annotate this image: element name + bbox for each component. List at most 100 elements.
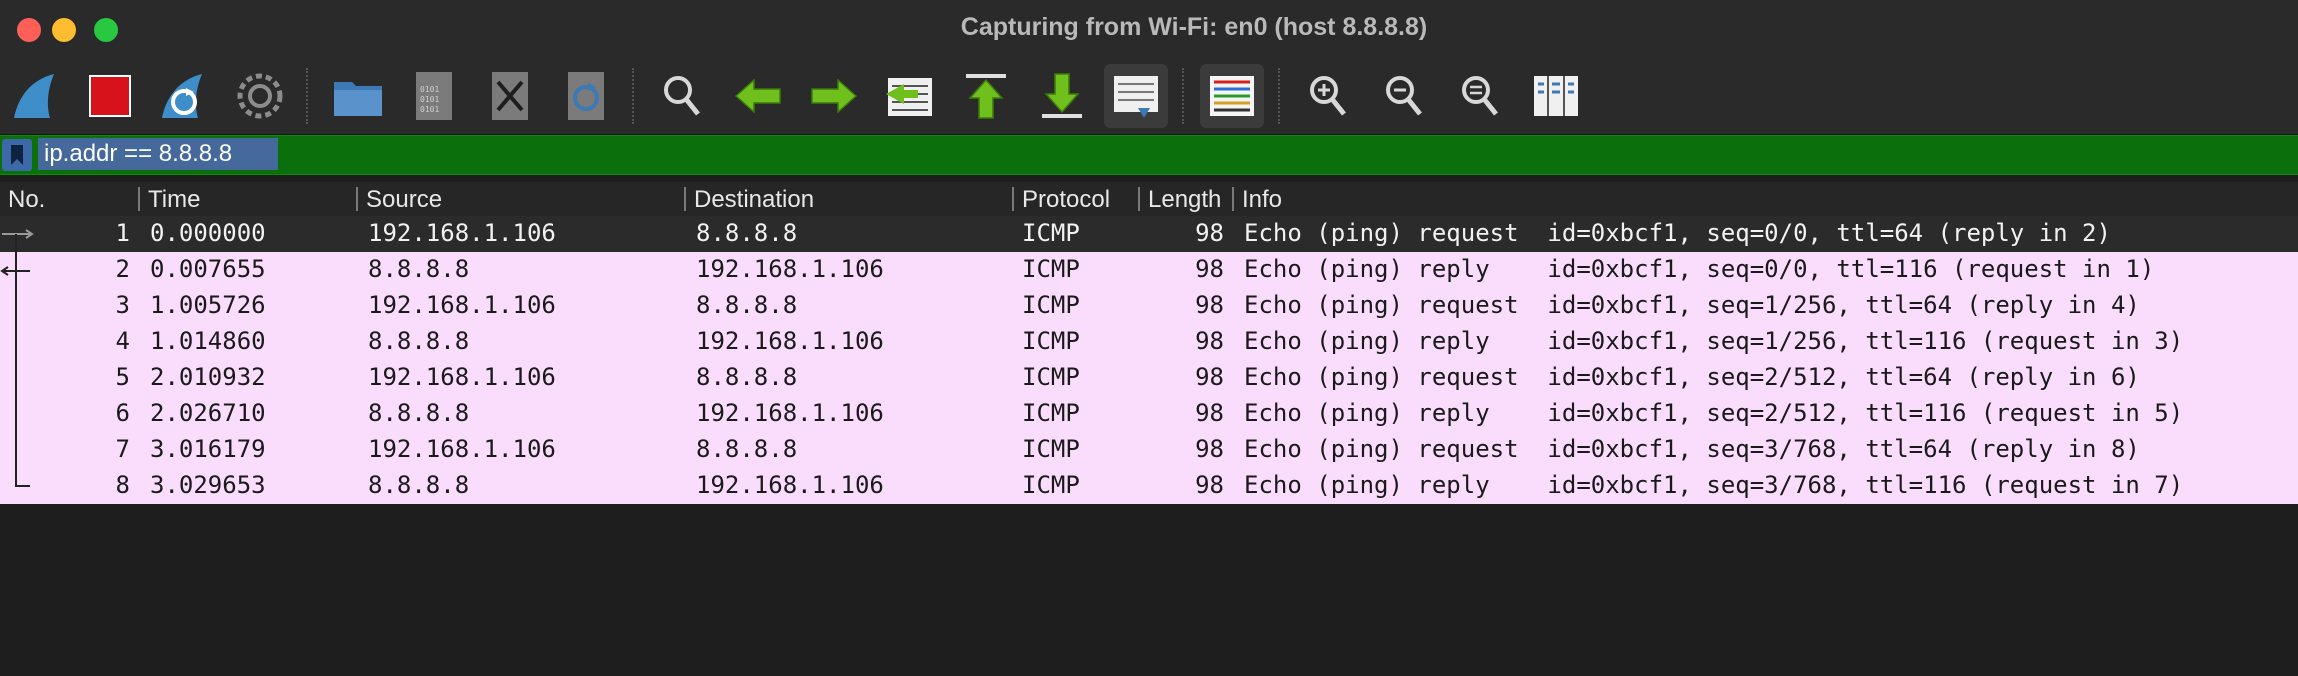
go-forward-button[interactable]	[802, 64, 866, 128]
cell-length: 98	[1195, 471, 1224, 499]
goto-packet-icon	[886, 78, 932, 116]
packet-row[interactable]: 5 2.010932 192.168.1.106 8.8.8.8 ICMP 98…	[0, 360, 2298, 396]
file-close-icon	[492, 72, 528, 120]
column-header-destination[interactable]: Destination	[694, 186, 1004, 214]
cell-no: 4	[115, 327, 130, 355]
close-file-button[interactable]	[478, 64, 542, 128]
cell-info: Echo (ping) request id=0xbcf1, seq=2/512…	[1244, 363, 2140, 391]
column-header-no[interactable]: No.	[8, 186, 134, 214]
cell-no: 8	[115, 471, 130, 499]
toolbar-separator	[632, 68, 634, 124]
cell-no: 5	[115, 363, 130, 391]
cell-time: 1.014860	[150, 327, 266, 355]
cell-time: 0.007655	[150, 255, 266, 283]
toolbar-separator	[1278, 68, 1280, 124]
packet-row[interactable]: 4 1.014860 8.8.8.8 192.168.1.106 ICMP 98…	[0, 324, 2298, 360]
cell-destination: 8.8.8.8	[696, 291, 798, 319]
cell-time: 3.029653	[150, 471, 266, 499]
cell-info: Echo (ping) request id=0xbcf1, seq=1/256…	[1244, 291, 2140, 319]
cell-info: Echo (ping) reply id=0xbcf1, seq=2/512, …	[1244, 399, 2184, 427]
file-reload-icon	[568, 72, 604, 120]
filter-bookmark-icon[interactable]	[2, 139, 32, 171]
column-header-protocol[interactable]: Protocol	[1022, 186, 1136, 214]
column-header-info[interactable]: Info	[1242, 186, 1542, 214]
cell-no: 1	[115, 219, 130, 247]
cell-destination: 192.168.1.106	[696, 327, 884, 355]
packet-row[interactable]: 1 0.000000 192.168.1.106 8.8.8.8 ICMP 98…	[0, 216, 2298, 252]
packet-list: 1 0.000000 192.168.1.106 8.8.8.8 ICMP 98…	[0, 216, 2298, 504]
cell-destination: 8.8.8.8	[696, 435, 798, 463]
cell-no: 3	[115, 291, 130, 319]
packet-row[interactable]: 7 3.016179 192.168.1.106 8.8.8.8 ICMP 98…	[0, 432, 2298, 468]
display-filter-input[interactable]	[38, 138, 278, 170]
gear-icon	[237, 73, 283, 119]
shark-fin-restart-icon	[162, 74, 202, 118]
go-back-button[interactable]	[726, 64, 790, 128]
column-header-source[interactable]: Source	[366, 186, 676, 214]
cell-time: 2.010932	[150, 363, 266, 391]
normal-size-button[interactable]	[1448, 64, 1512, 128]
auto-scroll-button[interactable]	[1104, 64, 1168, 128]
column-divider[interactable]	[138, 187, 140, 211]
resize-columns-button[interactable]	[1524, 64, 1588, 128]
last-packet-button[interactable]	[1030, 64, 1094, 128]
column-divider[interactable]	[684, 187, 686, 211]
cell-time: 3.016179	[150, 435, 266, 463]
go-to-packet-button[interactable]	[878, 64, 942, 128]
stop-capture-button[interactable]	[78, 64, 142, 128]
window-title: Capturing from Wi-Fi: en0 (host 8.8.8.8)	[960, 13, 1428, 41]
open-file-button[interactable]	[326, 64, 390, 128]
cell-no: 2	[115, 255, 130, 283]
column-divider[interactable]	[356, 187, 358, 211]
toolbar-separator	[306, 68, 308, 124]
reload-file-button[interactable]	[554, 64, 618, 128]
shark-fin-icon	[14, 74, 54, 118]
cell-no: 7	[115, 435, 130, 463]
save-file-button[interactable]: 0101 0101 0101	[402, 64, 466, 128]
cell-destination: 192.168.1.106	[696, 255, 884, 283]
cell-source: 8.8.8.8	[368, 399, 470, 427]
column-header-time[interactable]: Time	[148, 186, 348, 214]
cell-no: 6	[115, 399, 130, 427]
magnifier-icon	[664, 76, 700, 116]
cell-source: 192.168.1.106	[368, 435, 556, 463]
cell-protocol: ICMP	[1022, 291, 1080, 319]
cell-length: 98	[1195, 327, 1224, 355]
cell-info: Echo (ping) reply id=0xbcf1, seq=1/256, …	[1244, 327, 2184, 355]
first-packet-button[interactable]	[954, 64, 1018, 128]
start-capture-button[interactable]	[4, 64, 68, 128]
arrow-left-icon	[734, 78, 781, 114]
cell-source: 8.8.8.8	[368, 327, 470, 355]
column-divider[interactable]	[1012, 187, 1014, 211]
column-header-length[interactable]: Length	[1148, 186, 1228, 214]
cell-source: 192.168.1.106	[368, 219, 556, 247]
cell-destination: 8.8.8.8	[696, 219, 798, 247]
restart-capture-button[interactable]	[152, 64, 216, 128]
packet-row[interactable]: 8 3.029653 8.8.8.8 192.168.1.106 ICMP 98…	[0, 468, 2298, 504]
packet-row[interactable]: 6 2.026710 8.8.8.8 192.168.1.106 ICMP 98…	[0, 396, 2298, 432]
capture-options-button[interactable]	[228, 64, 292, 128]
cell-source: 8.8.8.8	[368, 471, 470, 499]
display-filter-bar	[0, 135, 2298, 175]
cell-length: 98	[1195, 255, 1224, 283]
cell-protocol: ICMP	[1022, 399, 1080, 427]
column-divider[interactable]	[1232, 187, 1234, 211]
auto-scroll-icon	[1114, 76, 1158, 118]
packet-row[interactable]: 3 1.005726 192.168.1.106 8.8.8.8 ICMP 98…	[0, 288, 2298, 324]
colorize-button[interactable]	[1200, 64, 1264, 128]
packet-list-header: No. Time Source Destination Protocol Len…	[0, 182, 2298, 216]
folder-icon	[334, 82, 382, 116]
title-bar: Capturing from Wi-Fi: en0 (host 8.8.8.8)	[0, 0, 2298, 58]
related-packets-indicator	[0, 229, 34, 487]
find-packet-button[interactable]	[650, 64, 714, 128]
cell-protocol: ICMP	[1022, 363, 1080, 391]
svg-text:0101: 0101	[420, 95, 439, 104]
cell-info: Echo (ping) reply id=0xbcf1, seq=3/768, …	[1244, 471, 2184, 499]
resize-columns-icon	[1534, 76, 1578, 116]
zoom-out-button[interactable]	[1372, 64, 1436, 128]
svg-text:0101: 0101	[420, 85, 439, 94]
packet-row[interactable]: 2 0.007655 8.8.8.8 192.168.1.106 ICMP 98…	[0, 252, 2298, 288]
cell-source: 8.8.8.8	[368, 255, 470, 283]
zoom-in-button[interactable]	[1296, 64, 1360, 128]
column-divider[interactable]	[1138, 187, 1140, 211]
